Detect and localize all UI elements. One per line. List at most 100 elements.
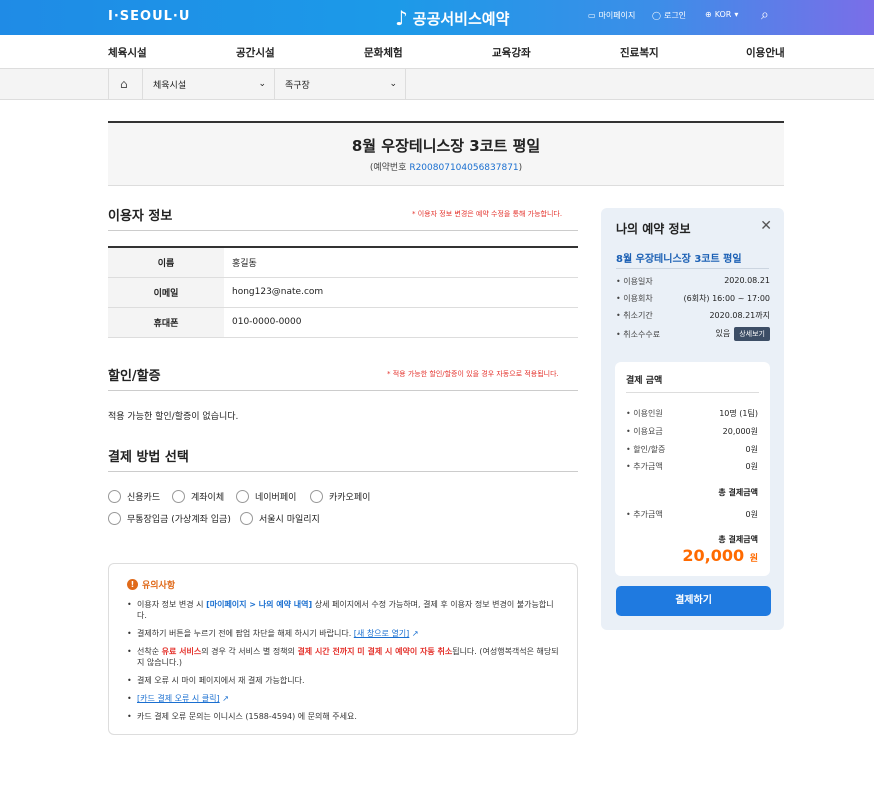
notice-title: ! 유의사항 xyxy=(127,578,559,591)
notice-item: 결제 오류 시 마이 페이지에서 재 결제 가능합니다. xyxy=(127,675,559,686)
discount-section-title: 할인/할증 xyxy=(108,369,161,384)
nav-item[interactable]: 이용안내 xyxy=(746,45,785,60)
nav-item[interactable]: 공간시설 xyxy=(236,45,275,60)
pay-key: • 추가금액 xyxy=(626,462,663,471)
row-key: 휴대폰 xyxy=(108,307,224,338)
panel-title: 나의 예약 정보 xyxy=(616,222,691,236)
info-key: • 이용회차 xyxy=(616,294,653,303)
new-window-link[interactable]: [새 창으로 열기] xyxy=(354,629,410,638)
nav-item[interactable]: 체육시설 xyxy=(108,45,147,60)
pay-key: • 할인/할증 xyxy=(626,445,666,454)
fee-value: 있음 xyxy=(715,329,731,338)
breadcrumb-label: 체육시설 xyxy=(153,80,187,91)
brand[interactable]: ♪ 공공서비스예약 xyxy=(395,6,509,30)
notice-item: [카드 결제 오류 시 클릭] ↗ xyxy=(127,693,559,704)
brand-icon: ♪ xyxy=(395,6,408,30)
row-key: 이메일 xyxy=(108,277,224,308)
notice-highlight: 유료 서비스 xyxy=(161,647,202,656)
main-nav: 체육시설 공간시설 문화체험 교육강좌 진료복지 이용안내 xyxy=(0,35,874,69)
notice-title-text: 유의사항 xyxy=(142,581,176,591)
notice-item: 선착순 유료 서비스의 경우 각 서비스 별 정책의 결제 시간 전까지 미 결… xyxy=(127,646,559,668)
home-icon[interactable]: ⌂ xyxy=(108,69,142,99)
radio-naverpay[interactable]: 네이버페이 xyxy=(236,490,296,503)
notice-text: 선착순 xyxy=(137,647,162,656)
radio-label: 무통장입금 (가상계좌 입금) xyxy=(127,515,231,525)
notice-highlight: 결제 시간 전까지 미 결제 시 예약이 자동 취소 xyxy=(297,647,453,656)
number-label: (예약번호 xyxy=(369,163,410,173)
user-note: * 이용자 정보 변경은 예약 수정을 통해 가능합니다. xyxy=(412,210,563,218)
notice-item: 이용자 정보 변경 시 [마이페이지 > 나의 예약 내역] 상세 페이지에서 … xyxy=(127,599,559,621)
external-link-icon: ↗ xyxy=(219,694,229,703)
row-key: 이름 xyxy=(108,247,224,278)
info-key: • 이용일자 xyxy=(616,277,653,286)
radio-virtual-account[interactable]: 무통장입금 (가상계좌 입금) xyxy=(108,512,231,525)
pay-key-text: 추가금액 xyxy=(633,510,663,519)
radio-label: 서울시 마일리지 xyxy=(259,515,320,525)
radio-bank-transfer[interactable]: 계좌이체 xyxy=(172,490,224,503)
notice-text: 의 경우 각 서비스 별 정책의 xyxy=(201,647,298,656)
pay-value: 0원 xyxy=(745,445,758,454)
notice-box: ! 유의사항 이용자 정보 변경 시 [마이페이지 > 나의 예약 내역] 상세 … xyxy=(108,563,578,735)
login-link[interactable]: ◯ 로그인 xyxy=(652,10,686,21)
discount-text: 적용 가능한 할인/할증이 없습니다. xyxy=(108,412,239,422)
info-value: (6회차) 16:00 ~ 17:00 xyxy=(683,294,771,303)
radio-circle xyxy=(108,512,121,525)
external-link-icon: ↗ xyxy=(409,629,419,638)
radio-label: 네이버페이 xyxy=(255,493,297,503)
notice-item: 카드 결제 오류 문의는 이니시스 (1588-4594) 에 문의해 주세요. xyxy=(127,711,559,722)
row-value: hong123@nate.com xyxy=(224,277,578,308)
pay-key: • 이용요금 xyxy=(626,427,663,436)
chevron-down-icon: ⌄ xyxy=(258,79,266,89)
chevron-down-icon: ⌄ xyxy=(389,79,397,89)
radio-label: 신용카드 xyxy=(127,493,161,503)
discount-note: * 적용 가능한 할인/할증이 있을 경우 자동으로 적용됩니다. xyxy=(387,370,559,378)
brand-title: 공공서비스예약 xyxy=(412,9,510,28)
payment-section-title: 결제 방법 선택 xyxy=(108,450,189,465)
card-error-link[interactable]: [카드 결제 오류 시 클릭] xyxy=(137,694,220,703)
payment-summary: 결제 금액 • 이용인원 10명 (1팀) • 이용요금 20,000원 • 할… xyxy=(615,362,770,576)
radio-kakaopay[interactable]: 카카오페이 xyxy=(310,490,370,503)
booking-header: 8월 우장테니스장 3코트 평일 (예약번호 R2008071040568378… xyxy=(108,121,784,186)
breadcrumb-select-2[interactable]: 족구장 ⌄ xyxy=(274,69,406,99)
pay-key-text: 추가금액 xyxy=(633,462,663,471)
notice-item: 결제하기 버튼을 누르기 전에 팝업 차단을 해제 하시기 바랍니다. [새 창… xyxy=(127,628,559,639)
radio-credit-card[interactable]: 신용카드 xyxy=(108,490,160,503)
user-icon: ◯ xyxy=(652,11,661,20)
search-icon[interactable]: ⌕ xyxy=(761,7,769,23)
nav-item[interactable]: 진료복지 xyxy=(620,45,659,60)
breadcrumb-label: 족구장 xyxy=(285,80,310,91)
radio-circle xyxy=(172,490,185,503)
number-value: R200807104056837871 xyxy=(409,163,519,173)
user-table: 이름 홍길동 이메일 hong123@nate.com 휴대폰 010-0000-00… xyxy=(108,246,578,338)
info-key-text: 이용일자 xyxy=(623,277,653,286)
divider xyxy=(108,230,578,231)
row-value: 010-0000-0000 xyxy=(224,307,578,338)
notice-text: 결제하기 버튼을 누르기 전에 팝업 차단을 해제 하시기 바랍니다. xyxy=(137,629,354,638)
info-key-text: 취소수수료 xyxy=(623,330,661,339)
info-key: • 취소기간 xyxy=(616,311,653,320)
radio-mileage[interactable]: 서울시 마일리지 xyxy=(240,512,320,525)
notice-highlight: [마이페이지 > 나의 예약 내역] xyxy=(206,600,313,609)
top-header: I·SEOUL·U ♪ 공공서비스예약 ▭ 마이페이지 ◯ 로그인 ⊕ KOR ▾ ⌕ xyxy=(0,0,874,35)
close-icon[interactable]: ✕ xyxy=(760,218,772,234)
mypage-link[interactable]: ▭ 마이페이지 xyxy=(588,10,635,21)
nav-item[interactable]: 교육강좌 xyxy=(492,45,531,60)
seoul-logo[interactable]: I·SEOUL·U xyxy=(108,9,190,24)
total-amount: 20,000 원 xyxy=(682,546,758,565)
radio-label: 계좌이체 xyxy=(191,493,225,503)
language-select[interactable]: ⊕ KOR ▾ xyxy=(705,10,738,19)
radio-circle xyxy=(310,490,323,503)
nav-item[interactable]: 문화체험 xyxy=(364,45,403,60)
pay-title: 결제 금액 xyxy=(626,376,663,386)
breadcrumb-select-1[interactable]: 체육시설 ⌄ xyxy=(142,69,274,99)
user-section-title: 이용자 정보 xyxy=(108,209,173,224)
pay-button[interactable]: 결제하기 xyxy=(616,586,771,616)
pay-value: 10명 (1팀) xyxy=(719,409,758,418)
divider xyxy=(616,268,769,269)
table-row: 이름 홍길동 xyxy=(108,247,578,278)
pay-key: • 추가금액 xyxy=(626,510,663,519)
alert-icon: ! xyxy=(127,579,138,590)
divider xyxy=(108,471,578,472)
detail-button[interactable]: 상세보기 xyxy=(734,327,770,341)
notice-text: 이용자 정보 변경 시 xyxy=(137,600,207,609)
